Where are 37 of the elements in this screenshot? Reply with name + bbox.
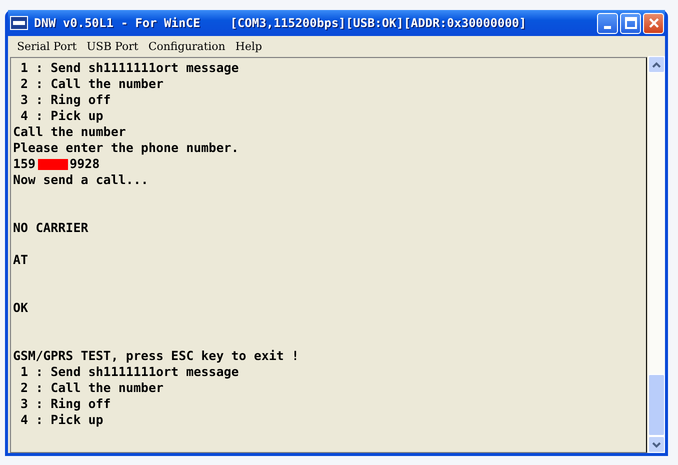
minimize-icon — [604, 26, 611, 28]
maximize-button[interactable] — [620, 12, 641, 34]
redaction-mark — [38, 158, 68, 170]
console-line: 2 : Call the number — [20, 380, 164, 396]
connection-status: [COM3,115200bps][USB:OK][ADDR:0x30000000] — [230, 16, 526, 30]
console-line: Call the number — [13, 124, 126, 140]
console-line: 1 : Send sh1111111ort message — [20, 364, 239, 380]
console-line: Now send a call... — [13, 172, 148, 188]
minimize-button[interactable] — [597, 12, 618, 34]
vertical-scrollbar[interactable] — [648, 56, 665, 453]
console-line: GSM/GPRS TEST, press ESC key to exit ! — [13, 348, 299, 364]
scroll-down-button[interactable] — [648, 436, 665, 453]
close-button[interactable] — [643, 12, 664, 34]
menu-item[interactable]: Configuration — [143, 40, 230, 52]
menu-item[interactable]: Help — [230, 40, 268, 52]
scroll-up-button[interactable] — [648, 56, 665, 73]
console-line: 1 : Send sh1111111ort message — [20, 60, 239, 76]
console-line: Please enter the phone number. — [13, 140, 239, 156]
close-icon — [648, 17, 660, 29]
window-title: DNW v0.50L1 - For WinCE — [34, 16, 200, 30]
console-text: 9928 — [70, 156, 100, 172]
chevron-up-icon — [652, 62, 661, 68]
console-line: NO CARRIER — [13, 220, 88, 236]
console-line: OK — [13, 300, 28, 316]
console-line: 4 : Pick up — [20, 412, 104, 428]
menu-item[interactable]: Serial Port — [12, 40, 82, 52]
chevron-down-icon — [652, 442, 661, 448]
console-line: 3 : Ring off — [20, 396, 111, 412]
console-line: 3 : Ring off — [20, 92, 111, 108]
maximize-icon — [624, 17, 636, 29]
scroll-thumb[interactable] — [648, 374, 665, 436]
console-text: 159 — [13, 156, 36, 172]
app-icon — [10, 16, 28, 30]
console-line: 4 : Pick up — [20, 108, 104, 124]
console-line: 2 : Call the number — [20, 76, 164, 92]
menu-item[interactable]: USB Port — [82, 40, 144, 52]
console-line: AT — [13, 252, 28, 268]
